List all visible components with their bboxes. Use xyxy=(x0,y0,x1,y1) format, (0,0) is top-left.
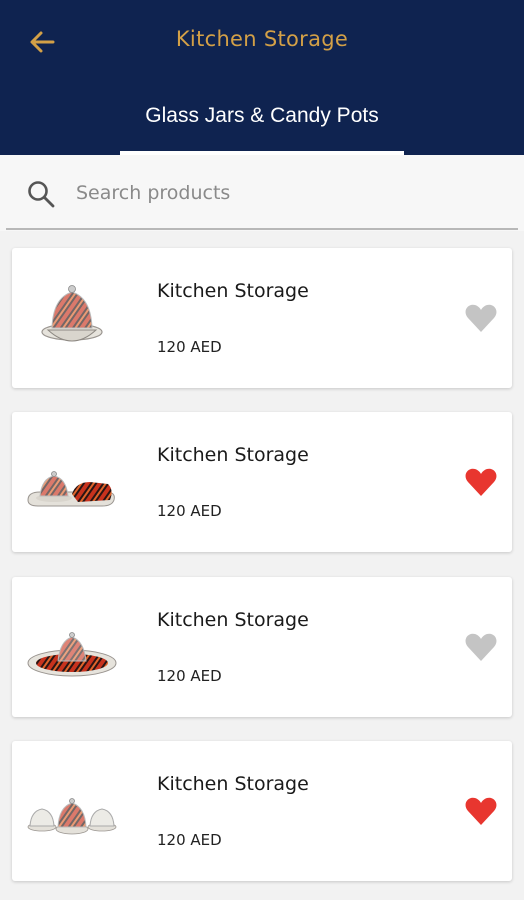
heart-icon[interactable] xyxy=(464,466,498,498)
tab-glass-jars-candy-pots[interactable]: Glass Jars & Candy Pots xyxy=(120,98,404,155)
product-image xyxy=(27,471,115,507)
product-image xyxy=(41,285,103,342)
search-icon xyxy=(28,181,55,208)
product-price: 120 AED xyxy=(157,502,222,520)
product-name: Kitchen Storage xyxy=(157,280,309,302)
tab-label: Glass Jars & Candy Pots xyxy=(145,104,379,127)
product-image xyxy=(27,798,117,835)
product-name: Kitchen Storage xyxy=(157,773,309,795)
product-card[interactable]: Kitchen Storage 120 AED xyxy=(12,248,512,388)
search-underline xyxy=(6,228,518,230)
heart-icon[interactable] xyxy=(464,631,498,663)
product-price: 120 AED xyxy=(157,667,222,685)
search-input[interactable] xyxy=(76,174,496,212)
app-bar: Kitchen Storage Glass Jars & Candy Pots xyxy=(0,0,524,155)
page-title: Kitchen Storage xyxy=(175,27,349,51)
product-price: 120 AED xyxy=(157,831,222,849)
heart-icon[interactable] xyxy=(464,795,498,827)
product-name: Kitchen Storage xyxy=(157,444,309,466)
product-image xyxy=(27,632,117,677)
product-card[interactable]: Kitchen Storage 120 AED xyxy=(12,412,512,552)
product-name: Kitchen Storage xyxy=(157,609,309,631)
product-price: 120 AED xyxy=(157,338,222,356)
product-card[interactable]: Kitchen Storage 120 AED xyxy=(12,577,512,717)
heart-icon[interactable] xyxy=(464,302,498,334)
product-card[interactable]: Kitchen Storage 120 AED xyxy=(12,741,512,881)
